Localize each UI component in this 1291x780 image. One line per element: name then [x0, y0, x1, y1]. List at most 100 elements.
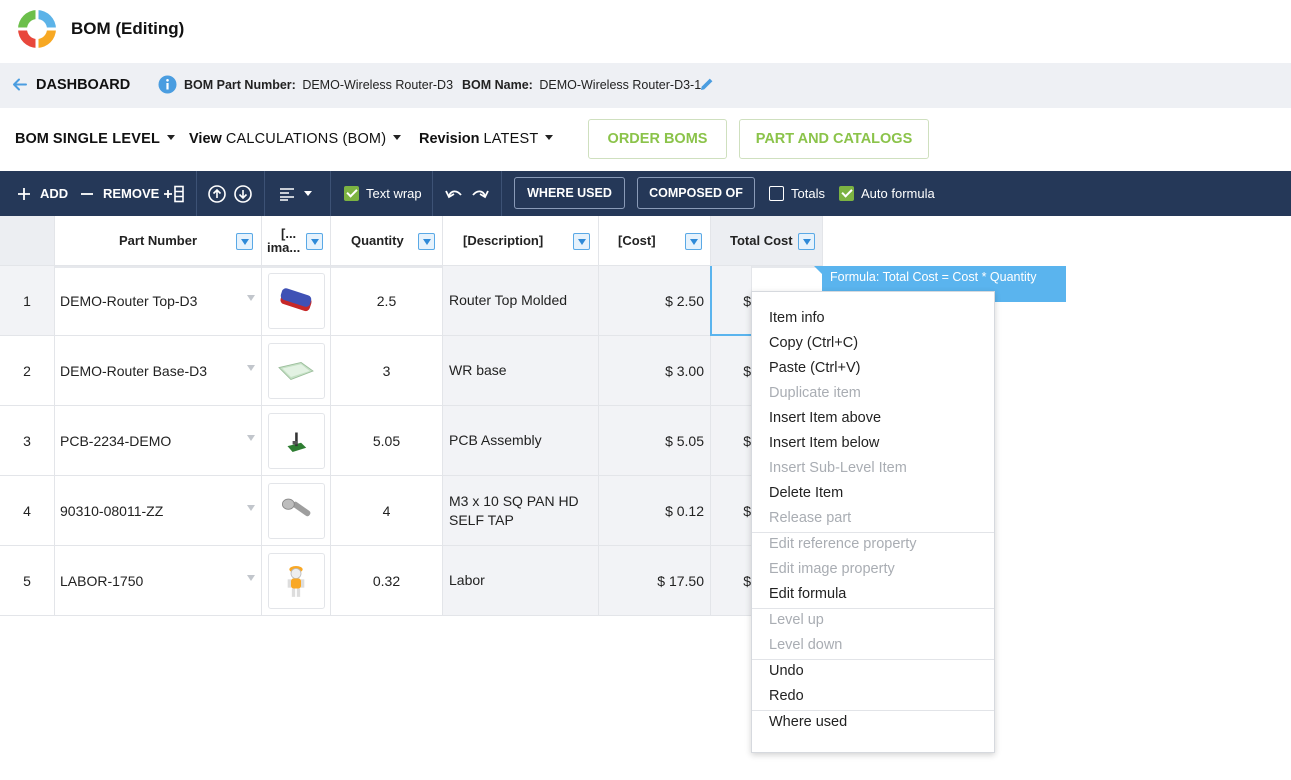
- part-number-cell[interactable]: PCB-2234-DEMO: [55, 406, 262, 476]
- menu-item-redo[interactable]: Redo: [769, 688, 804, 704]
- row-number[interactable]: 1: [0, 266, 55, 336]
- chevron-down-icon[interactable]: [247, 575, 255, 581]
- menu-item-copy-ctrl-c[interactable]: Copy (Ctrl+C): [769, 335, 858, 351]
- router-base-icon: [267, 342, 325, 399]
- filter-icon[interactable]: [573, 233, 590, 250]
- total-cost-cell[interactable]: $: [711, 546, 752, 616]
- quantity-cell[interactable]: 5.05: [331, 406, 443, 476]
- total-cost-cell[interactable]: $: [711, 266, 752, 336]
- menu-item-insert-item-below[interactable]: Insert Item below: [769, 435, 879, 451]
- part-number-cell[interactable]: DEMO-Router Base-D3: [55, 336, 262, 406]
- filter-icon[interactable]: [798, 233, 815, 250]
- row-number[interactable]: 5: [0, 546, 55, 616]
- move-down-button[interactable]: [234, 171, 252, 216]
- description-cell[interactable]: PCB Assembly: [443, 406, 599, 476]
- bom-name-label: BOM Name:: [462, 78, 533, 92]
- quantity-cell[interactable]: 4: [331, 476, 443, 546]
- menu-item-delete-item[interactable]: Delete Item: [769, 485, 843, 501]
- composed-of-button[interactable]: COMPOSED OF: [637, 177, 755, 209]
- menu-item-where-used[interactable]: Where used: [769, 714, 847, 730]
- router-top-icon: [267, 272, 325, 329]
- total-cost-cell[interactable]: $: [711, 336, 752, 406]
- info-bar: DASHBOARD BOM Part Number: DEMO-Wireless…: [0, 63, 1291, 108]
- menu-item-paste-ctrl-v[interactable]: Paste (Ctrl+V): [769, 360, 860, 376]
- image-cell[interactable]: [262, 406, 331, 476]
- chevron-down-icon[interactable]: [247, 505, 255, 511]
- chevron-down-icon[interactable]: [247, 435, 255, 441]
- part-number-text: DEMO-Router Base-D3: [60, 362, 208, 379]
- quantity-cell[interactable]: 3: [331, 336, 443, 406]
- redo-button[interactable]: [471, 171, 489, 216]
- insert-column-button[interactable]: [163, 171, 185, 216]
- back-label: DASHBOARD: [36, 76, 131, 93]
- order-boms-button[interactable]: ORDER BOMS: [588, 119, 727, 159]
- part-number-cell[interactable]: LABOR-1750: [55, 546, 262, 616]
- image-cell[interactable]: [262, 476, 331, 546]
- column-header-cost[interactable]: [Cost]: [599, 216, 711, 266]
- row-number[interactable]: 2: [0, 336, 55, 406]
- edit-pencil-icon[interactable]: [699, 76, 715, 92]
- view-value: CALCULATIONS (BOM): [225, 131, 387, 147]
- column-header-total-cost[interactable]: Total Cost: [711, 216, 823, 266]
- arrow-left-icon: [13, 78, 27, 91]
- revision-label: Revision: [419, 131, 480, 147]
- bom-level-selector[interactable]: BOM SINGLE LEVEL: [15, 131, 176, 147]
- undo-button[interactable]: [445, 171, 463, 216]
- revision-selector[interactable]: Revision LATEST: [419, 131, 554, 147]
- image-cell[interactable]: [262, 546, 331, 616]
- remove-button[interactable]: REMOVE: [80, 171, 159, 216]
- align-left-icon: [280, 187, 294, 201]
- cost-cell[interactable]: $ 5.05: [599, 406, 711, 476]
- menu-item-edit-formula[interactable]: Edit formula: [769, 586, 846, 602]
- description-cell[interactable]: Labor: [443, 546, 599, 616]
- totals-check-icon: [769, 186, 784, 201]
- cost-cell[interactable]: $ 0.12: [599, 476, 711, 546]
- part-number-text: LABOR-1750: [60, 572, 144, 589]
- filter-icon[interactable]: [418, 233, 435, 250]
- filter-icon[interactable]: [685, 233, 702, 250]
- part-number-cell[interactable]: DEMO-Router Top-D3: [55, 266, 262, 336]
- bom-level-label: BOM: [15, 131, 49, 147]
- menu-item-item-info[interactable]: Item info: [769, 310, 825, 326]
- row-number[interactable]: 4: [0, 476, 55, 546]
- add-button[interactable]: ADD: [17, 171, 68, 216]
- description-cell[interactable]: WR base: [443, 336, 599, 406]
- chevron-down-icon[interactable]: [247, 295, 255, 301]
- column-header-image[interactable]: [... ima...: [262, 216, 331, 266]
- menu-item-insert-item-above[interactable]: Insert Item above: [769, 410, 881, 426]
- worker-icon: [267, 552, 325, 609]
- filter-icon[interactable]: [236, 233, 253, 250]
- column-header-part-number[interactable]: Part Number: [55, 216, 262, 266]
- description-cell[interactable]: Router Top Molded: [443, 266, 599, 336]
- view-selector[interactable]: View CALCULATIONS (BOM): [189, 131, 402, 147]
- cost-cell[interactable]: $ 17.50: [599, 546, 711, 616]
- image-cell[interactable]: [262, 266, 331, 336]
- total-cost-cell[interactable]: $: [711, 406, 752, 476]
- image-cell[interactable]: [262, 336, 331, 406]
- part-number-text: PCB-2234-DEMO: [60, 432, 172, 449]
- description-cell[interactable]: M3 x 10 SQ PAN HD SELF TAP: [443, 476, 599, 546]
- move-up-button[interactable]: [208, 171, 226, 216]
- chevron-down-icon[interactable]: [247, 365, 255, 371]
- back-button[interactable]: DASHBOARD: [11, 76, 130, 93]
- column-header-quantity[interactable]: Quantity: [331, 216, 443, 266]
- align-menu-button[interactable]: [279, 171, 312, 216]
- plus-icon: [18, 187, 30, 200]
- part-number-cell[interactable]: 90310-08011-ZZ: [55, 476, 262, 546]
- part-and-catalogs-button[interactable]: PART AND CATALOGS: [739, 119, 929, 159]
- cost-cell[interactable]: $ 2.50: [599, 266, 711, 336]
- row-number[interactable]: 3: [0, 406, 55, 476]
- text-wrap-checkbox[interactable]: Text wrap: [344, 171, 422, 216]
- top-bar: BOM (Editing): [0, 0, 1291, 63]
- where-used-button[interactable]: WHERE USED: [514, 177, 625, 209]
- quantity-cell[interactable]: 2.5: [331, 266, 443, 336]
- totals-checkbox[interactable]: Totals: [769, 171, 825, 216]
- column-header-description[interactable]: [Description]: [443, 216, 599, 266]
- cost-cell[interactable]: $ 3.00: [599, 336, 711, 406]
- column-header-label: Total Cost: [730, 233, 793, 248]
- filter-icon[interactable]: [306, 233, 323, 250]
- auto-formula-checkbox[interactable]: Auto formula: [839, 171, 935, 216]
- quantity-cell[interactable]: 0.32: [331, 546, 443, 616]
- total-cost-cell[interactable]: $: [711, 476, 752, 546]
- menu-item-undo[interactable]: Undo: [769, 663, 804, 679]
